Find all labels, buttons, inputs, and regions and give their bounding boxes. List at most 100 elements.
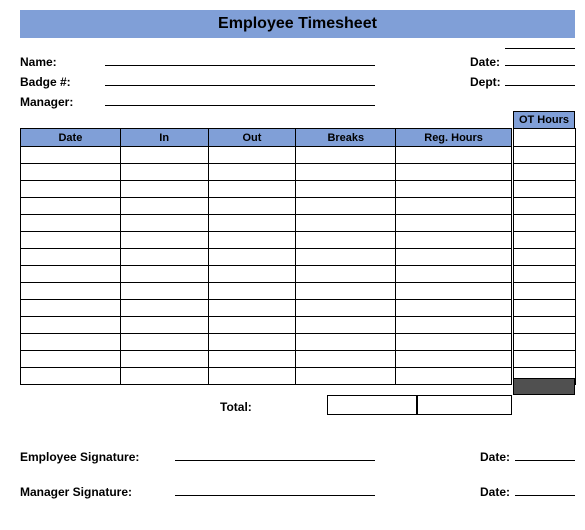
cell-out[interactable]: [208, 147, 296, 164]
cell-reg_hours[interactable]: [396, 266, 512, 283]
cell-reg_hours[interactable]: [396, 351, 512, 368]
manager-signature-line[interactable]: [175, 495, 375, 496]
cell-breaks[interactable]: [296, 164, 396, 181]
manager-signature-date-line[interactable]: [515, 495, 575, 496]
ot-cell[interactable]: [514, 283, 576, 300]
date-line-top-upper[interactable]: [505, 48, 575, 49]
cell-in[interactable]: [120, 300, 208, 317]
manager-line[interactable]: [105, 105, 375, 106]
cell-date[interactable]: [21, 266, 121, 283]
cell-reg_hours[interactable]: [396, 283, 512, 300]
cell-date[interactable]: [21, 351, 121, 368]
ot-cell[interactable]: [514, 266, 576, 283]
cell-out[interactable]: [208, 164, 296, 181]
cell-breaks[interactable]: [296, 215, 396, 232]
total-reg-hours[interactable]: [417, 395, 512, 415]
cell-date[interactable]: [21, 164, 121, 181]
cell-out[interactable]: [208, 317, 296, 334]
cell-date[interactable]: [21, 147, 121, 164]
cell-date[interactable]: [21, 317, 121, 334]
cell-in[interactable]: [120, 266, 208, 283]
cell-breaks[interactable]: [296, 232, 396, 249]
employee-signature-date-label: Date:: [480, 450, 510, 464]
cell-out[interactable]: [208, 283, 296, 300]
cell-breaks[interactable]: [296, 198, 396, 215]
ot-cell[interactable]: [514, 164, 576, 181]
cell-out[interactable]: [208, 266, 296, 283]
badge-label: Badge #:: [20, 75, 71, 89]
date-line-top[interactable]: [505, 65, 575, 66]
total-ot-hours[interactable]: [513, 378, 575, 395]
cell-breaks[interactable]: [296, 368, 396, 385]
cell-breaks[interactable]: [296, 147, 396, 164]
cell-breaks[interactable]: [296, 249, 396, 266]
cell-reg_hours[interactable]: [396, 317, 512, 334]
employee-signature-line[interactable]: [175, 460, 375, 461]
cell-date[interactable]: [21, 198, 121, 215]
cell-in[interactable]: [120, 164, 208, 181]
cell-out[interactable]: [208, 249, 296, 266]
employee-signature-label: Employee Signature:: [20, 450, 139, 464]
cell-date[interactable]: [21, 368, 121, 385]
ot-cell[interactable]: [514, 215, 576, 232]
cell-in[interactable]: [120, 215, 208, 232]
cell-date[interactable]: [21, 300, 121, 317]
cell-in[interactable]: [120, 232, 208, 249]
name-line[interactable]: [105, 65, 375, 66]
cell-out[interactable]: [208, 368, 296, 385]
cell-reg_hours[interactable]: [396, 215, 512, 232]
cell-breaks[interactable]: [296, 351, 396, 368]
cell-out[interactable]: [208, 351, 296, 368]
cell-in[interactable]: [120, 334, 208, 351]
cell-in[interactable]: [120, 147, 208, 164]
ot-cell[interactable]: [514, 351, 576, 368]
badge-line[interactable]: [105, 85, 375, 86]
cell-out[interactable]: [208, 215, 296, 232]
cell-in[interactable]: [120, 368, 208, 385]
cell-out[interactable]: [208, 198, 296, 215]
cell-out[interactable]: [208, 181, 296, 198]
cell-in[interactable]: [120, 283, 208, 300]
cell-date[interactable]: [21, 249, 121, 266]
ot-cell[interactable]: [514, 232, 576, 249]
ot-cell[interactable]: [514, 249, 576, 266]
cell-reg_hours[interactable]: [396, 249, 512, 266]
cell-out[interactable]: [208, 334, 296, 351]
cell-breaks[interactable]: [296, 317, 396, 334]
cell-reg_hours[interactable]: [396, 368, 512, 385]
total-breaks[interactable]: [327, 395, 417, 415]
cell-date[interactable]: [21, 215, 121, 232]
ot-cell[interactable]: [514, 129, 576, 147]
cell-reg_hours[interactable]: [396, 198, 512, 215]
ot-cell[interactable]: [514, 317, 576, 334]
ot-cell[interactable]: [514, 300, 576, 317]
cell-reg_hours[interactable]: [396, 232, 512, 249]
cell-date[interactable]: [21, 334, 121, 351]
cell-in[interactable]: [120, 317, 208, 334]
cell-date[interactable]: [21, 232, 121, 249]
cell-out[interactable]: [208, 232, 296, 249]
cell-breaks[interactable]: [296, 181, 396, 198]
dept-line[interactable]: [505, 85, 575, 86]
cell-reg_hours[interactable]: [396, 164, 512, 181]
ot-cell[interactable]: [514, 147, 576, 164]
cell-reg_hours[interactable]: [396, 181, 512, 198]
cell-in[interactable]: [120, 351, 208, 368]
ot-cell[interactable]: [514, 198, 576, 215]
cell-in[interactable]: [120, 249, 208, 266]
cell-reg_hours[interactable]: [396, 334, 512, 351]
cell-out[interactable]: [208, 300, 296, 317]
cell-breaks[interactable]: [296, 334, 396, 351]
cell-breaks[interactable]: [296, 300, 396, 317]
employee-signature-date-line[interactable]: [515, 460, 575, 461]
cell-breaks[interactable]: [296, 266, 396, 283]
ot-cell[interactable]: [514, 334, 576, 351]
cell-date[interactable]: [21, 283, 121, 300]
ot-cell[interactable]: [514, 181, 576, 198]
cell-reg_hours[interactable]: [396, 300, 512, 317]
cell-in[interactable]: [120, 181, 208, 198]
cell-reg_hours[interactable]: [396, 147, 512, 164]
cell-breaks[interactable]: [296, 283, 396, 300]
cell-in[interactable]: [120, 198, 208, 215]
cell-date[interactable]: [21, 181, 121, 198]
